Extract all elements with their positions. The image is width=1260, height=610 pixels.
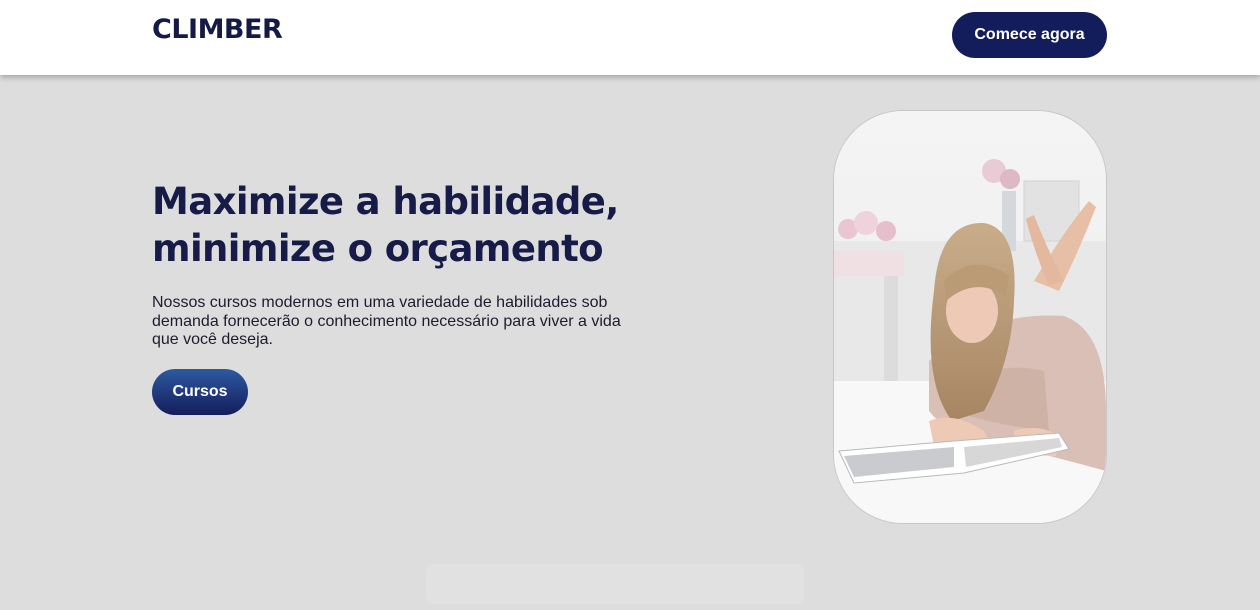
woman-reading-illustration [834,111,1106,523]
hero-title-line-2: minimize o orçamento [152,227,604,270]
faded-bottom-element [426,564,804,604]
hero-image [833,110,1107,524]
hero-title-line-1: Maximize a habilidade, [152,180,619,223]
site-header: CLIMBER Comece agora [0,0,1260,75]
courses-button[interactable]: Cursos [152,369,248,415]
get-started-button[interactable]: Comece agora [952,12,1107,58]
hero-description: Nossos cursos modernos em uma variedade … [152,294,621,348]
logo[interactable]: CLIMBER [152,14,283,45]
hero-title: Maximize a habilidade, minimize o orçame… [152,178,712,272]
